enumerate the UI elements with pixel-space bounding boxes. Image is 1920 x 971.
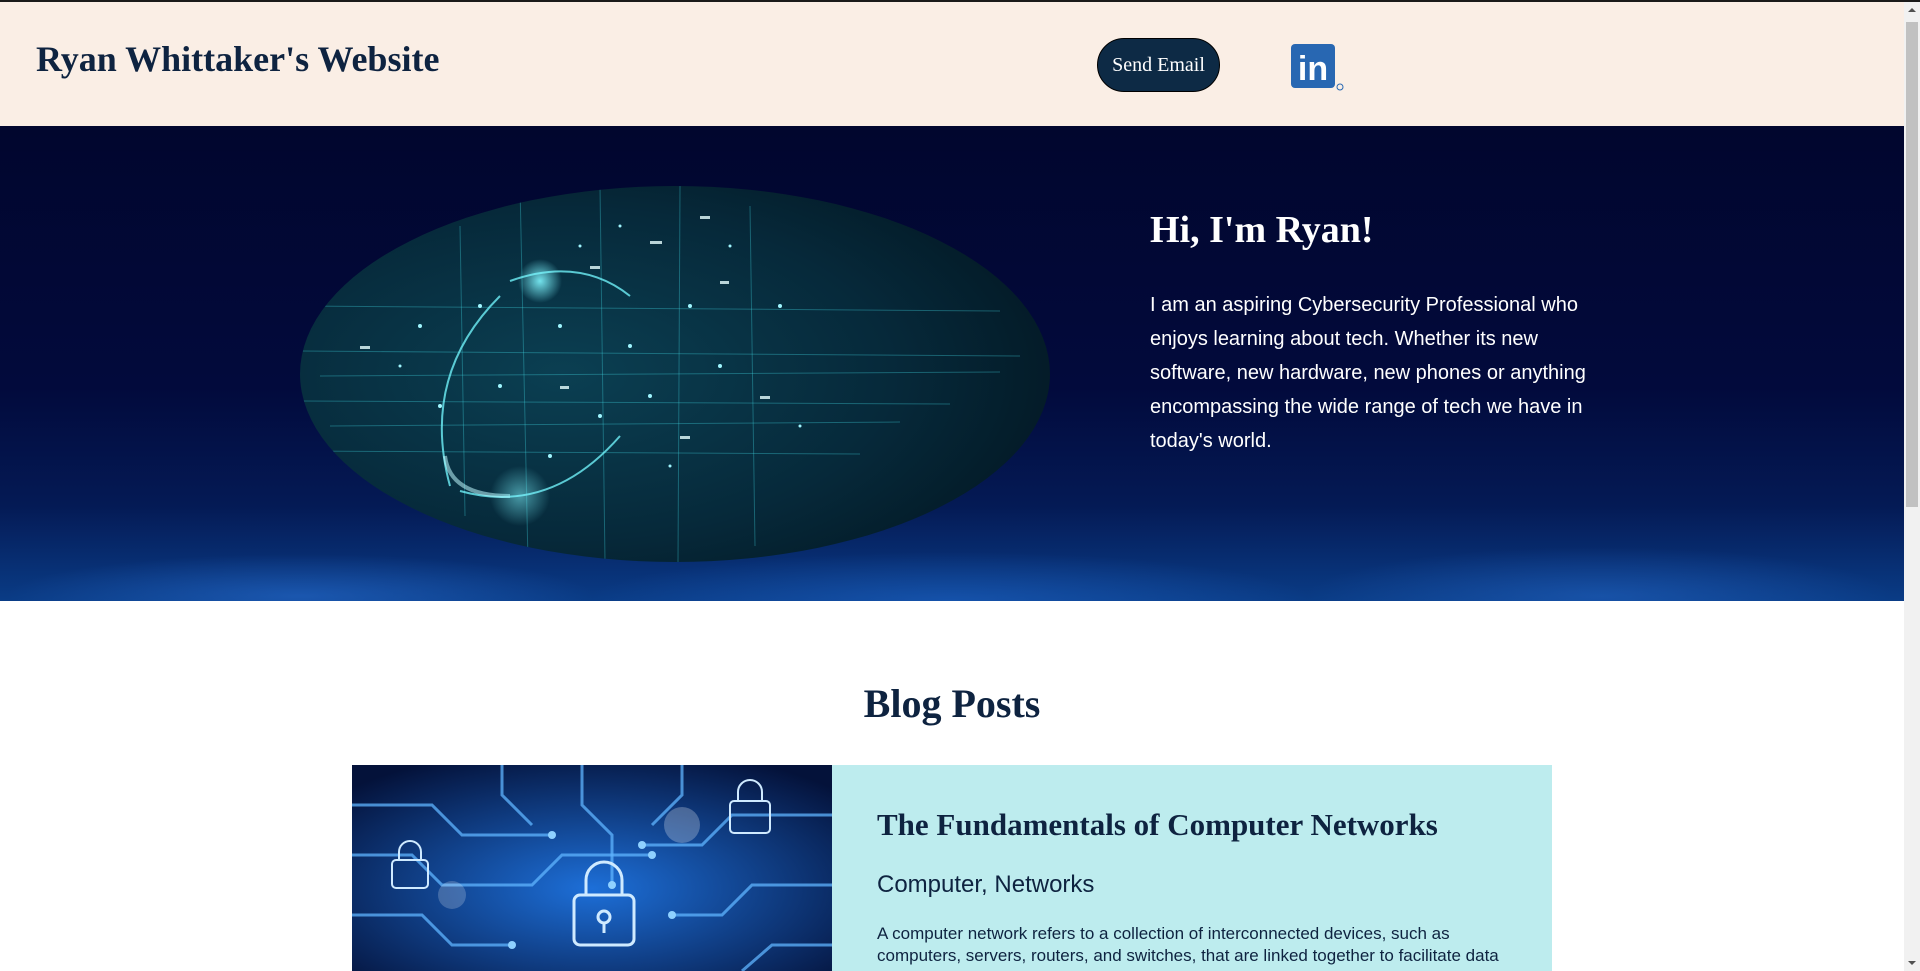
hero-intro-text: I am an aspiring Cybersecurity Professio… — [1150, 294, 1586, 452]
hero-heading: Hi, I'm Ryan! — [1150, 209, 1374, 251]
scroll-down-arrow-icon[interactable] — [1904, 955, 1920, 971]
blog-post-tags: Computer, Networks — [877, 871, 1095, 898]
site-header: Ryan Whittaker's Website Send Email in — [0, 2, 1904, 126]
blog-post-excerpt: A computer network refers to a collectio… — [877, 924, 1499, 965]
scrollbar-thumb[interactable] — [1906, 22, 1918, 507]
circuit-lock-image — [352, 765, 832, 971]
svg-text:in: in — [1298, 50, 1328, 88]
scroll-up-arrow-icon[interactable] — [1904, 2, 1920, 18]
linkedin-icon[interactable]: in — [1289, 42, 1345, 92]
blog-posts-heading: Blog Posts — [863, 681, 1041, 726]
hero-section: Hi, I'm Ryan! I am an aspiring Cybersecu… — [0, 126, 1904, 601]
digital-globe-image — [300, 186, 1050, 562]
blog-post-body: The Fundamentals of Computer Networks Co… — [832, 765, 1552, 971]
blog-post-card[interactable]: The Fundamentals of Computer Networks Co… — [352, 765, 1552, 971]
send-email-button[interactable]: Send Email — [1097, 38, 1220, 92]
site-title[interactable]: Ryan Whittaker's Website — [36, 38, 439, 80]
blog-post-title[interactable]: The Fundamentals of Computer Networks — [877, 807, 1438, 843]
page-scrollbar[interactable] — [1904, 2, 1920, 971]
